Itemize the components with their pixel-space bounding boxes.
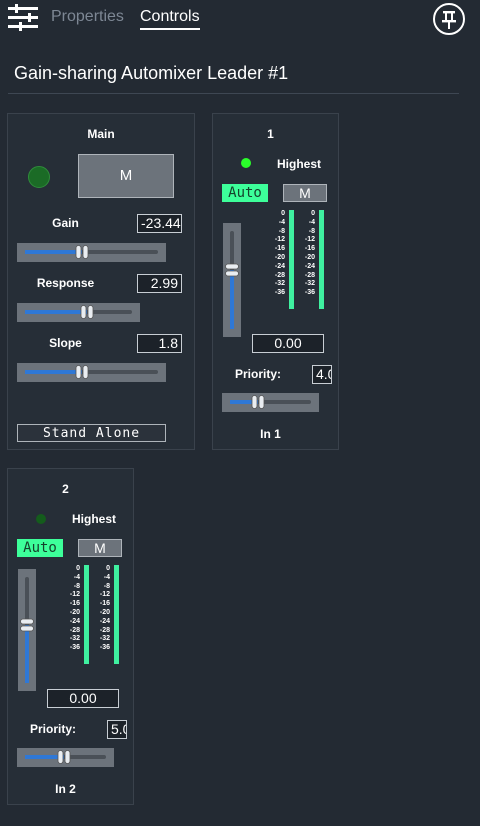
meter-scale-tick: -12 [274,236,285,244]
slider-knob[interactable] [75,245,89,259]
channel-1-mute-button[interactable]: M [283,184,327,202]
channel-1-fader-value[interactable]: 0.00 [252,334,324,353]
meter-scale-tick: -20 [304,253,315,261]
meter-scale-tick: -8 [73,582,80,590]
channel-2-auto-button[interactable]: Auto [17,539,63,557]
meter-scale-tick: -24 [69,617,80,625]
main-mute-button[interactable]: M [78,154,174,198]
meter-scale-tick: -12 [99,591,110,599]
meter-scale-tick: -24 [274,262,285,270]
meter-scale-tick: -32 [274,280,285,288]
fader-knob[interactable] [225,263,239,277]
slider-knob[interactable] [80,305,94,319]
meter-scale-tick: -16 [274,245,285,253]
meter-scale-tick: 0 [311,210,315,217]
fader-knob[interactable] [20,618,34,632]
response-label: Response [36,276,95,290]
channel-1-priority-field[interactable]: 4.0 [312,365,332,384]
main-panel: Main M Gain -23.44 Response 2.99 Slope 1… [7,113,195,450]
channel-1-panel: 1 Highest Auto M 0 -4 -8 -12 -16 -20 -24 -28 -32… [212,113,339,450]
meter-scale-tick: 0 [106,565,110,572]
channel-1-priority-slider[interactable] [222,393,319,412]
meter-scale-tick: -32 [99,635,110,643]
sliders-icon[interactable] [8,4,40,32]
meter-scale-tick: -28 [304,271,315,279]
channel-2-status-label: Highest [72,512,117,526]
meter-scale-tick: -24 [304,262,315,270]
meter-scale-tick: -4 [308,218,315,226]
slider-knob[interactable] [57,750,71,764]
meter-scale-tick: -36 [99,644,110,652]
channel-2-number: 2 [62,482,69,496]
meter-scale-tick: -16 [304,245,315,253]
meter-scale-tick: -12 [69,591,80,599]
gain-slider[interactable] [17,243,166,262]
slope-value-field[interactable]: 1.8 [137,334,182,353]
meter-scale-tick: -32 [69,635,80,643]
channel-1-meter-scale-right: 0 -4 -8 -12 -16 -20 -24 -28 -32 -36 [295,210,315,298]
main-status-led [28,166,50,188]
channel-1-number: 1 [267,127,274,141]
pin-icon[interactable] [433,3,465,35]
gain-label: Gain [52,216,79,230]
channel-2-meter-right [114,565,119,664]
meter-scale-tick: -16 [69,600,80,608]
meter-scale-tick: -24 [99,617,110,625]
channel-1-auto-button[interactable]: Auto [222,184,268,202]
meter-scale-tick: -28 [99,626,110,634]
channel-1-meter-left [289,210,294,309]
meter-scale-tick: -8 [278,227,285,235]
meter-scale-tick: -20 [99,608,110,616]
meter-scale-tick: -8 [103,582,110,590]
channel-2-priority-field[interactable]: 5.0 [107,720,127,739]
channel-2-priority-label: Priority: [29,722,76,736]
channel-2-fader[interactable] [18,569,36,691]
slope-label: Slope [49,336,82,350]
title-divider [8,93,459,94]
meter-scale-tick: -16 [99,600,110,608]
channel-2-meter-scale-right: 0 -4 -8 -12 -16 -20 -24 -28 -32 -36 [90,565,110,653]
channel-2-meter-scale-left: 0 -4 -8 -12 -16 -20 -24 -28 -32 -36 [60,565,80,653]
meter-scale-tick: -20 [274,253,285,261]
stand-alone-button[interactable]: Stand Alone [17,424,166,442]
channel-2-status-led [36,514,46,524]
channel-1-meter-scale-left: 0 -4 -8 -12 -16 -20 -24 -28 -32 -36 [265,210,285,298]
channel-1-status-label: Highest [277,157,322,171]
channel-1-meter-right [319,210,324,309]
meter-scale-tick: 0 [76,565,80,572]
meter-scale-tick: -4 [103,573,110,581]
meter-scale-tick: -20 [69,608,80,616]
channel-1-fader[interactable] [223,223,241,337]
channel-2-panel: 2 Highest Auto M 0 -4 -8 -12 -16 -20 -24 -28 -32… [7,468,134,805]
channel-1-name: In 1 [260,427,281,441]
gain-value-field[interactable]: -23.44 [137,214,182,233]
meter-scale-tick: -8 [308,227,315,235]
channel-2-name: In 2 [55,782,76,796]
main-heading: Main [87,127,115,141]
meter-scale-tick: -28 [274,271,285,279]
response-slider[interactable] [17,303,140,322]
meter-scale-tick: -36 [69,644,80,652]
tab-properties[interactable]: Properties [51,8,124,26]
channel-2-meter-left [84,565,89,664]
meter-scale-tick: -4 [73,573,80,581]
channel-1-priority-label: Priority: [234,367,281,381]
slider-knob[interactable] [75,365,89,379]
meter-scale-tick: -36 [304,289,315,297]
channel-2-priority-slider[interactable] [17,748,114,767]
meter-scale-tick: -12 [304,236,315,244]
channel-2-fader-value[interactable]: 0.00 [47,689,119,708]
meter-scale-tick: -4 [278,218,285,226]
meter-scale-tick: 0 [281,210,285,217]
channel-2-mute-button[interactable]: M [78,539,122,557]
response-value-field[interactable]: 2.99 [137,274,182,293]
slider-knob[interactable] [251,395,265,409]
tab-controls[interactable]: Controls [140,8,200,30]
meter-scale-tick: -28 [69,626,80,634]
meter-scale-tick: -32 [304,280,315,288]
meter-scale-tick: -36 [274,289,285,297]
slope-slider[interactable] [17,363,166,382]
page-title: Gain-sharing Automixer Leader #1 [14,63,289,83]
channel-1-status-led [241,158,251,168]
